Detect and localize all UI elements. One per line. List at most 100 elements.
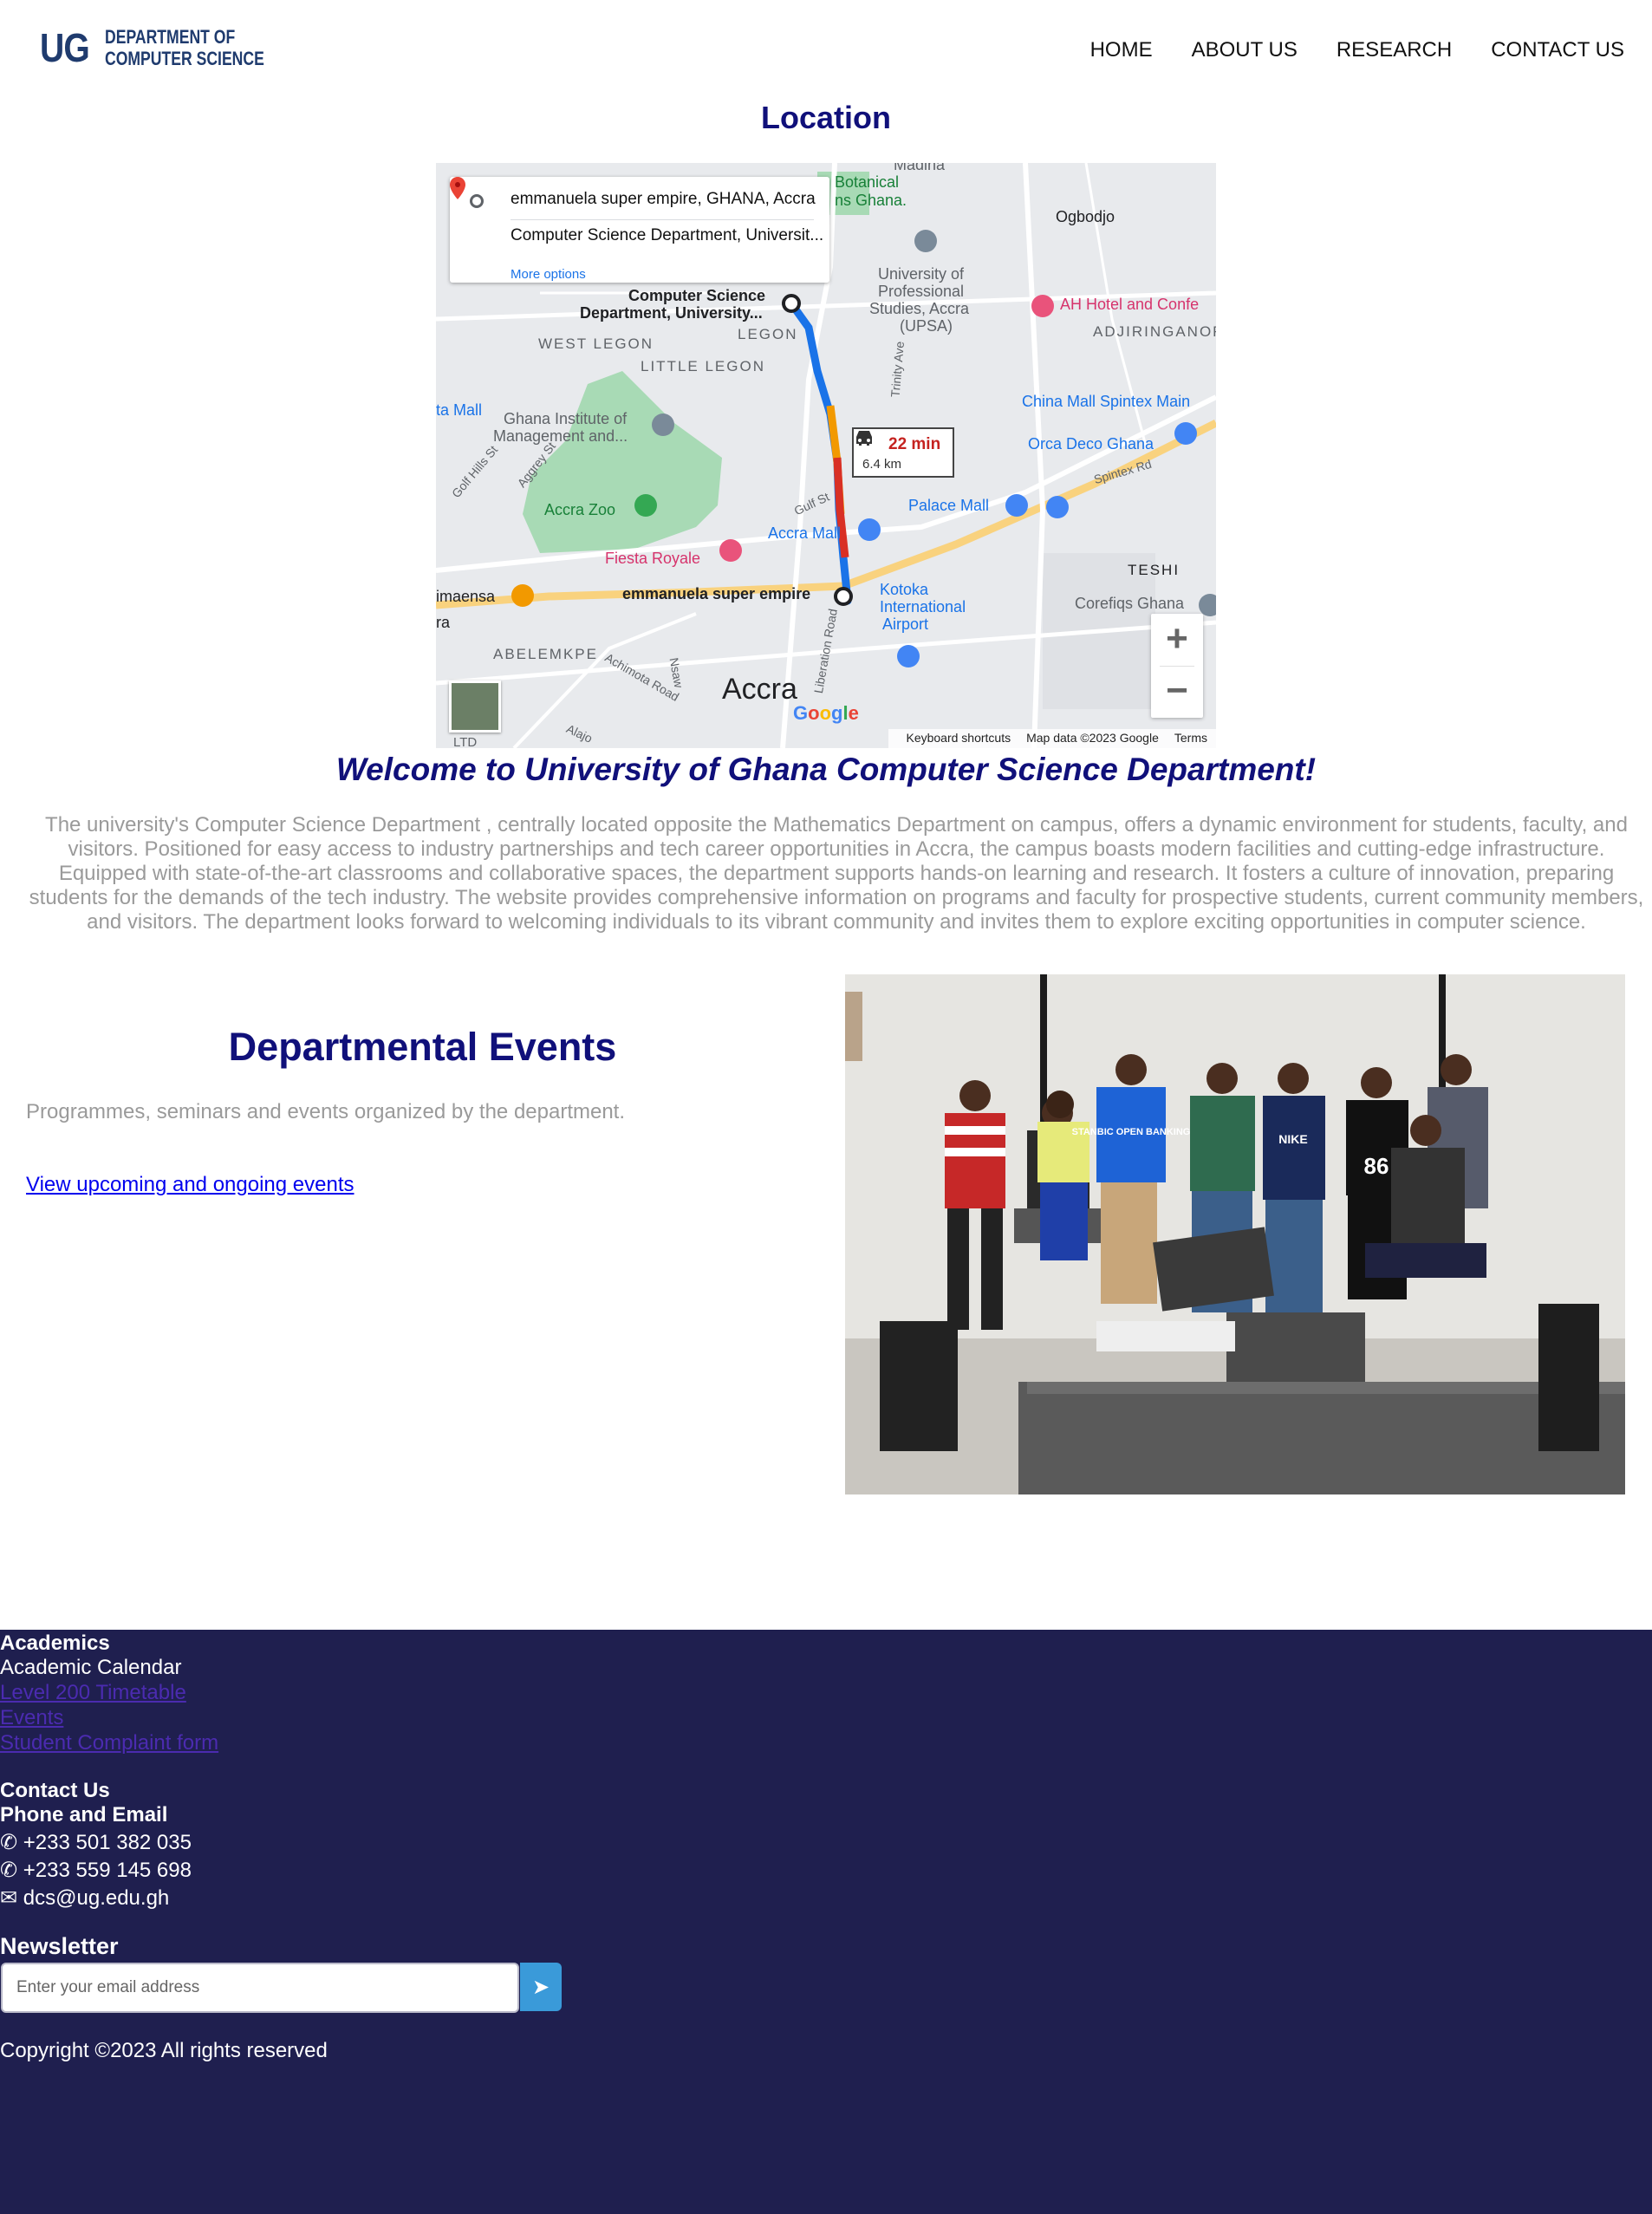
ug-logo[interactable]: UG DEPARTMENT OF COMPUTER SCIENCE <box>35 23 273 73</box>
map-label-ltd: LTD <box>453 735 478 748</box>
complaint-form-link[interactable]: Student Complaint form <box>0 1731 218 1755</box>
shopping-poi-icon[interactable] <box>1046 496 1069 518</box>
map-label-madina: Madina <box>894 163 946 173</box>
map-label-gimpa-1: Ghana Institute of <box>504 410 628 427</box>
origin-text[interactable]: emmanuela super empire, GHANA, Accra <box>511 190 827 209</box>
travel-time: 22 min <box>888 435 941 453</box>
academic-calendar-text: Academic Calendar <box>0 1656 182 1679</box>
map-label-upsa-4: (UPSA) <box>900 317 953 335</box>
site-header: UG DEPARTMENT OF COMPUTER SCIENCE HOME A… <box>0 0 1652 95</box>
map-label-adjiringanor: ADJIRINGANOR <box>1093 323 1216 340</box>
phone-2: ✆ +233 559 145 698 <box>0 1858 192 1883</box>
photo-shirt-text: STANBIC OPEN BANKING <box>1072 1127 1191 1137</box>
map-label-kotoka-3: Airport <box>882 615 929 633</box>
destination-marker[interactable] <box>782 294 801 313</box>
zoo-poi-icon[interactable] <box>634 494 657 517</box>
google-logo: Google <box>793 702 859 724</box>
map-label-little-legon: LITTLE LEGON <box>641 358 765 374</box>
china-mall-poi-icon[interactable] <box>1174 422 1197 445</box>
photo-shirt-brand: NIKE <box>1278 1132 1307 1146</box>
welcome-heading: Welcome to University of Ghana Computer … <box>335 752 1317 787</box>
more-options-link[interactable]: More options <box>511 267 586 282</box>
hotel-poi-icon[interactable] <box>1031 295 1054 317</box>
newsletter-heading: Newsletter <box>0 1933 119 1959</box>
map-label-orca: Orca Deco Ghana <box>1028 435 1154 453</box>
zoom-controls: + − <box>1151 614 1203 718</box>
logo-line-1: DEPARTMENT OF <box>105 26 236 48</box>
satellite-toggle[interactable] <box>449 680 501 733</box>
main-nav: HOME ABOUT US RESEARCH CONTACT US <box>1090 38 1624 62</box>
logo-ug-text: UG <box>40 25 90 70</box>
events-subtitle: Programmes, seminars and events organize… <box>26 1100 626 1123</box>
map-label-ta-mall: ta Mall <box>436 401 483 419</box>
destination-text[interactable]: Computer Science Department, Universit..… <box>511 226 827 245</box>
phone-1-number: +233 501 382 035 <box>23 1831 192 1854</box>
academics-heading: Academics <box>0 1631 110 1655</box>
directions-card[interactable]: emmanuela super empire, GHANA, Accra Com… <box>450 177 829 283</box>
timetable-link[interactable]: Level 200 Timetable <box>0 1681 186 1705</box>
map-label-ra: ra <box>436 614 451 631</box>
map-label-ah-hotel: AH Hotel and Confe <box>1060 296 1200 313</box>
fiesta-royale-poi-icon[interactable] <box>719 539 742 562</box>
phone-email-heading: Phone and Email <box>0 1803 168 1827</box>
terms-link[interactable]: Terms <box>1174 731 1207 748</box>
contact-heading: Contact Us <box>0 1779 110 1802</box>
group-photo-illustration: STANBIC OPEN BANKING NIKE 86 <box>845 974 1625 1494</box>
nav-home[interactable]: HOME <box>1090 38 1153 62</box>
map-label-accra-zoo: Accra Zoo <box>544 501 616 518</box>
zoom-in-button[interactable]: + <box>1151 614 1203 666</box>
email-address[interactable]: dcs@ug.edu.gh <box>23 1886 169 1910</box>
gimpa-poi-icon[interactable] <box>652 413 674 436</box>
map-label-kotoka-1: Kotoka <box>880 581 929 598</box>
map-label-accra: Accra <box>722 673 797 706</box>
nav-research[interactable]: RESEARCH <box>1337 38 1452 62</box>
newsletter-email-input[interactable] <box>1 1963 519 2013</box>
nav-contact-us[interactable]: CONTACT US <box>1491 38 1624 62</box>
map-data-attribution: Map data ©2023 Google <box>1026 731 1159 745</box>
map-footer: Keyboard shortcuts Map data ©2023 Google… <box>888 729 1216 748</box>
map-label-botanical: Botanical <box>835 173 900 191</box>
airport-poi-icon[interactable] <box>897 645 920 667</box>
origin-marker[interactable] <box>834 587 853 606</box>
map-label-palace-mall: Palace Mall <box>908 497 990 514</box>
map-label-legon: LEGON <box>738 326 798 342</box>
logo-department-text: DEPARTMENT OF COMPUTER SCIENCE <box>105 26 264 69</box>
email: ✉ dcs@ug.edu.gh <box>0 1885 169 1911</box>
map-label-maensa: imaensa <box>436 588 496 605</box>
events-heading: Departmental Events <box>228 1025 617 1069</box>
map-label-csd-1: Computer Science <box>628 287 766 304</box>
location-heading: Location <box>761 100 891 135</box>
photo-shirt-number: 86 <box>1364 1153 1389 1179</box>
nav-about-us[interactable]: ABOUT US <box>1192 38 1298 62</box>
events-footer-link[interactable]: Events <box>0 1706 63 1730</box>
zoom-out-button[interactable]: − <box>1151 666 1203 718</box>
keyboard-shortcuts-link[interactable]: Keyboard shortcuts <box>906 731 1011 748</box>
phone-1: ✆ +233 501 382 035 <box>0 1830 192 1855</box>
map-label-west-legon: WEST LEGON <box>538 335 654 352</box>
map-label-kotoka-2: International <box>880 598 966 615</box>
phone-icon: ✆ <box>0 1831 18 1854</box>
map-label-upsa-1: University of <box>878 265 965 283</box>
restaurant-poi-icon[interactable] <box>511 584 534 607</box>
logo-line-2: COMPUTER SCIENCE <box>105 48 264 69</box>
phone-icon: ✆ <box>0 1859 18 1882</box>
palace-mall-poi-icon[interactable] <box>1005 494 1028 517</box>
phone-2-number: +233 559 145 698 <box>23 1859 192 1882</box>
map-label-gimpa-2: Management and... <box>493 427 628 445</box>
map-label-upsa-3: Studies, Accra <box>869 300 970 317</box>
travel-time-callout[interactable]: 22 min 6.4 km <box>852 427 954 478</box>
map-label-emmanuela: emmanuela super empire <box>622 585 811 602</box>
newsletter-submit-button[interactable]: ➤ <box>520 1963 562 2011</box>
send-arrow-icon: ➤ <box>531 1975 550 1999</box>
map-label-ogbodjo: Ogbodjo <box>1056 208 1115 225</box>
map-label-upsa-2: Professional <box>878 283 965 300</box>
envelope-icon: ✉ <box>0 1886 18 1910</box>
map-label-accra-mall: Accra Mall <box>768 524 842 542</box>
view-events-link[interactable]: View upcoming and ongoing events <box>26 1173 354 1197</box>
google-map-embed[interactable]: Madina Botanical ns Ghana. Ogbodjo Unive… <box>436 163 1216 748</box>
accra-mall-poi-icon[interactable] <box>858 518 881 541</box>
events-group-photo: STANBIC OPEN BANKING NIKE 86 <box>845 974 1625 1494</box>
destination-pin-icon <box>450 177 465 199</box>
intro-paragraph: The university's Computer Science Depart… <box>29 813 1644 934</box>
university-poi-icon[interactable] <box>914 230 937 252</box>
